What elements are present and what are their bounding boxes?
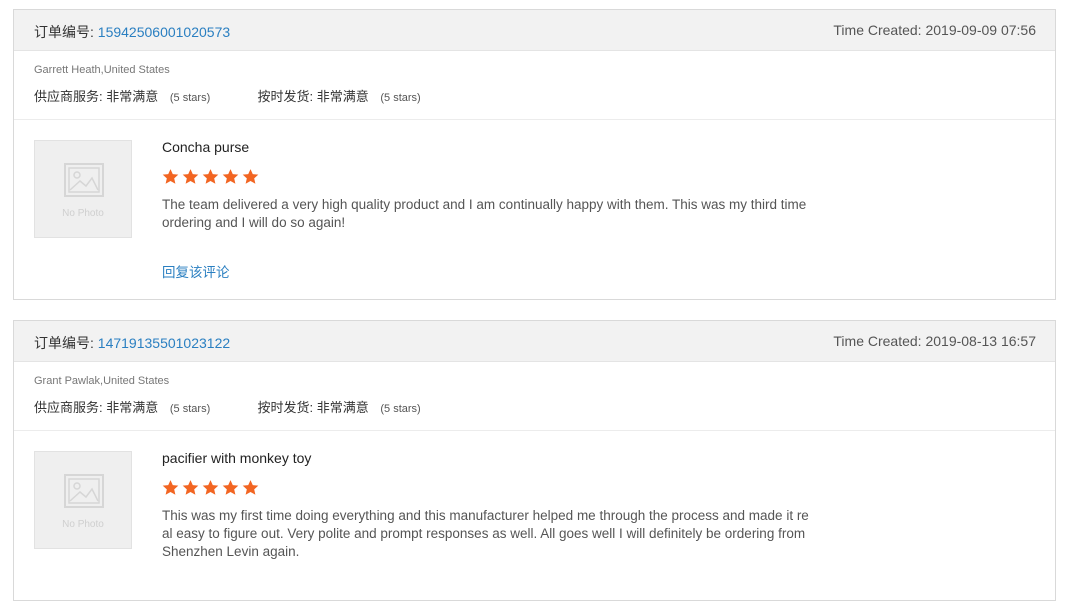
review-card: 订单编号: 15942506001020573 Time Created: 20…	[13, 9, 1056, 300]
ontime-value: 非常满意	[316, 400, 369, 415]
star-icon	[202, 480, 219, 495]
star-icon	[182, 169, 199, 184]
supplier-service-value: 非常满意	[106, 400, 159, 415]
image-placeholder-icon	[64, 163, 104, 197]
ontime-label: 按时发货:	[257, 400, 314, 415]
review-text: This was my first time doing everything …	[162, 508, 809, 559]
service-ratings: 供应商服务: 非常满意 (5 stars) 按时发货: 非常满意 (5 star…	[34, 86, 421, 105]
product-name: Concha purse	[162, 139, 250, 155]
reply-link[interactable]: 回复该评论	[162, 261, 230, 281]
review-card: 订单编号: 14719135501023122 Time Created: 20…	[13, 320, 1056, 601]
star-icon	[182, 480, 199, 495]
ontime-value: 非常满意	[316, 89, 369, 104]
buyer-name: Grant Pawlak,United States	[34, 375, 170, 387]
star-icon	[242, 169, 259, 184]
order-number-link[interactable]: 15942506001020573	[98, 24, 230, 40]
product-photo-placeholder: No Photo	[34, 140, 132, 238]
order-info: 订单编号: 14719135501023122	[34, 333, 230, 353]
ontime-stars: (5 stars)	[380, 403, 421, 415]
order-label: 订单编号:	[34, 24, 94, 40]
star-icon	[222, 169, 239, 184]
product-photo-placeholder: No Photo	[34, 451, 132, 549]
buyer-meta: Garrett Heath,United States 供应商服务: 非常满意 …	[14, 51, 1055, 120]
order-number-link[interactable]: 14719135501023122	[98, 335, 230, 351]
star-icon	[162, 169, 179, 184]
review-text: The team delivered a very high quality p…	[162, 197, 807, 230]
time-created: Time Created: 2019-08-13 16:57	[833, 333, 1036, 349]
review-header: 订单编号: 14719135501023122 Time Created: 20…	[14, 321, 1055, 362]
star-rating	[162, 168, 259, 185]
ontime-stars: (5 stars)	[380, 92, 421, 104]
buyer-meta: Grant Pawlak,United States 供应商服务: 非常满意 (…	[14, 362, 1055, 431]
star-rating	[162, 479, 259, 496]
order-info: 订单编号: 15942506001020573	[34, 22, 230, 42]
time-created: Time Created: 2019-09-09 07:56	[833, 22, 1036, 38]
no-photo-text: No Photo	[62, 208, 104, 219]
buyer-name: Garrett Heath,United States	[34, 64, 170, 76]
supplier-service-stars: (5 stars)	[169, 403, 211, 415]
star-icon	[242, 480, 259, 495]
supplier-service-label: 供应商服务:	[34, 89, 103, 104]
service-ratings: 供应商服务: 非常满意 (5 stars) 按时发货: 非常满意 (5 star…	[34, 397, 421, 416]
supplier-service-value: 非常满意	[106, 89, 159, 104]
no-photo-text: No Photo	[62, 519, 104, 530]
product-name: pacifier with monkey toy	[162, 450, 312, 466]
supplier-service-stars: (5 stars)	[169, 92, 211, 104]
review-header: 订单编号: 15942506001020573 Time Created: 20…	[14, 10, 1055, 51]
image-placeholder-icon	[64, 474, 104, 508]
star-icon	[162, 480, 179, 495]
supplier-service-label: 供应商服务:	[34, 400, 103, 415]
star-icon	[222, 480, 239, 495]
ontime-label: 按时发货:	[257, 89, 314, 104]
star-icon	[202, 169, 219, 184]
order-label: 订单编号:	[34, 335, 94, 351]
